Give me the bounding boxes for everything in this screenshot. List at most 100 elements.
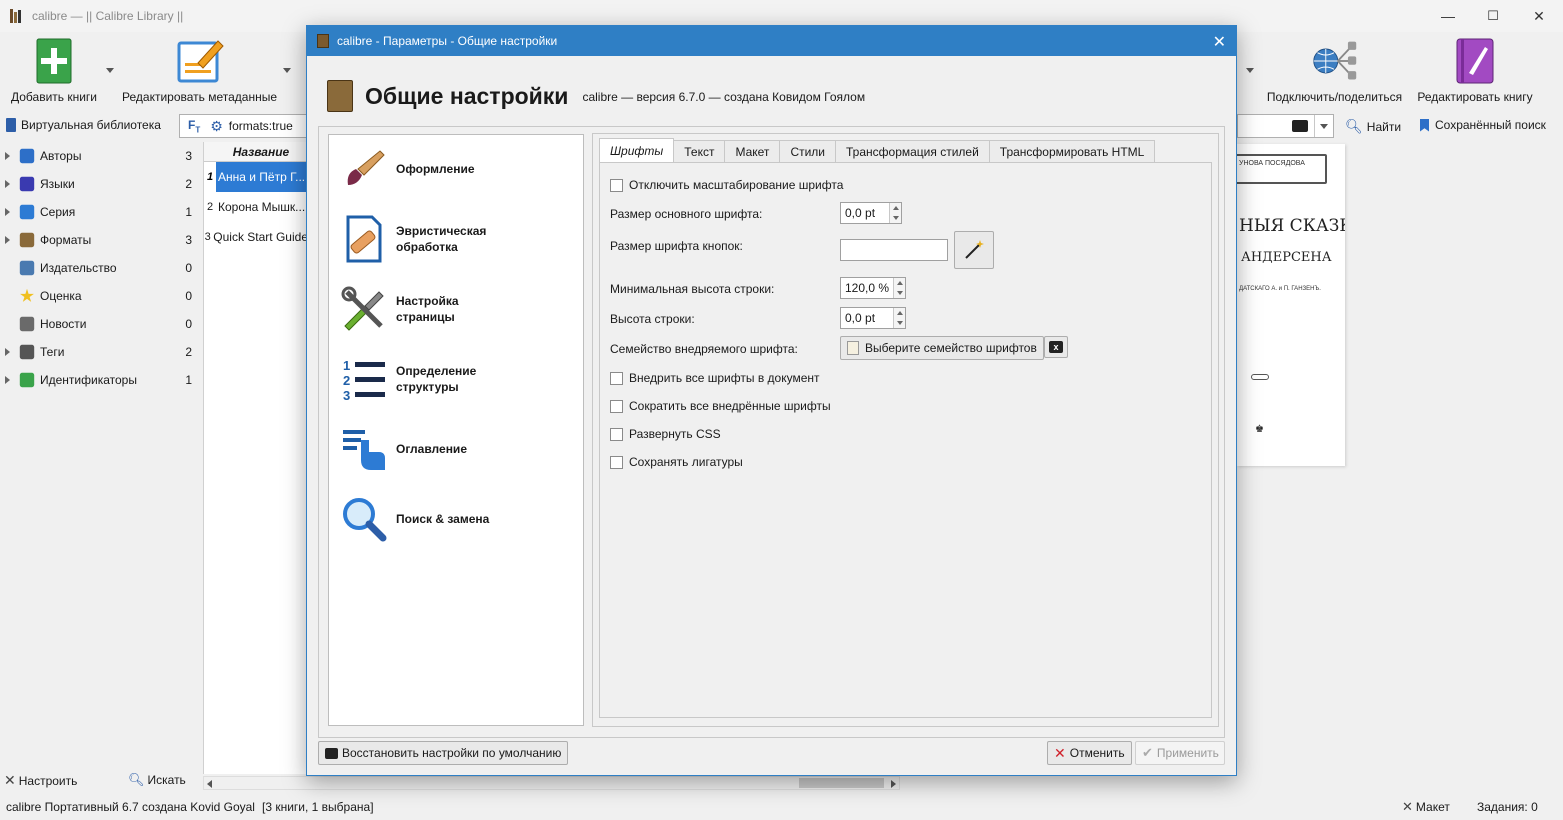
tab-transform-html[interactable]: Трансформировать HTML xyxy=(988,140,1156,162)
tag-browser-item[interactable]: Оценка 0 xyxy=(0,282,200,310)
tag-browser-item[interactable]: Форматы 3 xyxy=(0,226,200,254)
book-row[interactable]: 2 Корона Мышк... xyxy=(204,192,308,222)
virtual-library-icon xyxy=(6,118,16,132)
settings-pane: Шрифты Текст Макет Стили Трансформация с… xyxy=(592,133,1219,727)
book-title: Корона Мышк... xyxy=(218,200,306,214)
add-books-button[interactable]: Добавить книги xyxy=(8,32,100,110)
font-key-wizard-button[interactable] xyxy=(954,231,994,269)
keep-ligatures-checkbox[interactable]: Сохранять лигатуры xyxy=(610,455,743,469)
tab-fonts[interactable]: Шрифты xyxy=(599,138,675,162)
line-height-spinbox[interactable]: 0,0 pt xyxy=(840,307,906,329)
saved-search-button[interactable]: Сохранённый поиск xyxy=(1420,118,1546,132)
tag-browser-item[interactable]: Новости 0 xyxy=(0,310,200,338)
find-magnifier-icon: 🔍︎ xyxy=(1345,118,1363,134)
add-books-dropdown-icon[interactable] xyxy=(106,68,114,73)
checkbox-box[interactable] xyxy=(610,178,623,192)
horizontal-scrollbar[interactable] xyxy=(203,776,900,790)
category-structure-detection[interactable]: 123 Определение структуры xyxy=(339,354,574,404)
expand-arrow-icon[interactable] xyxy=(5,376,10,384)
configure-button[interactable]: ✕ Настроить xyxy=(4,772,77,789)
cancel-button[interactable]: ✕ Отменить xyxy=(1047,741,1132,765)
connect-share-button[interactable]: Подключить/поделиться xyxy=(1262,32,1407,110)
svg-text:2: 2 xyxy=(343,373,350,388)
category-search-replace[interactable]: Поиск & замена xyxy=(339,494,574,544)
cancel-x-icon: ✕ xyxy=(1054,744,1066,761)
checkbox-label: Сохранять лигатуры xyxy=(629,455,743,469)
book-row[interactable]: 1 Анна и Пётр Г... xyxy=(204,162,308,192)
edit-metadata-button[interactable]: Редактировать метаданные xyxy=(122,32,277,110)
edit-metadata-dropdown-icon[interactable] xyxy=(283,68,291,73)
checkbox-box[interactable] xyxy=(610,427,623,441)
cover-line-1: УНОВА ПОСЯДОВА xyxy=(1239,160,1305,167)
base-font-size-spinbox[interactable]: 0,0 pt xyxy=(840,202,902,224)
tag-browser-label: Теги xyxy=(40,345,65,359)
search-options-gear-icon[interactable]: ⚙ xyxy=(210,118,223,135)
jobs-status[interactable]: Задания: 0 xyxy=(1477,800,1538,814)
column-header-title[interactable]: Название xyxy=(204,142,308,162)
toolbar-dropdown-icon[interactable] xyxy=(1246,68,1254,73)
scroll-right-icon[interactable] xyxy=(891,780,896,788)
tag-browser-item[interactable]: Авторы 3 xyxy=(0,142,200,170)
search-combo[interactable] xyxy=(1237,114,1334,138)
expand-arrow-icon[interactable] xyxy=(5,152,10,160)
scroll-thumb[interactable] xyxy=(799,778,884,788)
tag-search-button[interactable]: 🔍︎ Искать xyxy=(128,772,186,788)
search-input[interactable]: FT ⚙ formats:true xyxy=(179,114,307,138)
maximize-button[interactable]: ☐ xyxy=(1470,0,1516,32)
bandage-icon xyxy=(339,214,389,264)
virtual-library-button[interactable]: Виртуальная библиотека xyxy=(6,118,161,132)
min-line-height-spinbox[interactable]: 120,0 % xyxy=(840,277,906,299)
tab-transform-styles[interactable]: Трансформация стилей xyxy=(835,140,990,162)
book-cover[interactable]: УНОВА ПОСЯДОВА НЫЯ СКАЗКИ АНДЕРСЕНА ДАТС… xyxy=(1237,144,1345,466)
book-row[interactable]: 3 Quick Start Guide xyxy=(204,222,308,252)
clear-search-icon[interactable] xyxy=(1292,120,1308,132)
checkbox-box[interactable] xyxy=(610,399,623,413)
choose-font-family-button[interactable]: Выберите семейство шрифтов xyxy=(840,336,1044,360)
disable-font-scaling-checkbox[interactable]: Отключить масштабирование шрифта xyxy=(610,178,843,192)
category-page-setup[interactable]: Настройка страницы xyxy=(339,284,574,334)
tag-browser-item[interactable]: Теги 2 xyxy=(0,338,200,366)
expand-arrow-icon[interactable] xyxy=(5,180,10,188)
spinbox-value: 0,0 pt xyxy=(845,206,876,220)
checkbox-box[interactable] xyxy=(610,455,623,469)
embed-all-fonts-checkbox[interactable]: Внедрить все шрифты в документ xyxy=(610,371,820,385)
edit-book-button[interactable]: Редактировать книгу xyxy=(1414,32,1536,110)
tab-text[interactable]: Текст xyxy=(673,140,726,162)
checkbox-box[interactable] xyxy=(610,371,623,385)
subset-fonts-checkbox[interactable]: Сократить все внедрённые шрифты xyxy=(610,399,831,413)
spin-arrows-icon[interactable] xyxy=(893,308,905,328)
cover-ornament xyxy=(1251,374,1269,380)
tag-browser-count: 0 xyxy=(185,289,192,303)
minimize-button[interactable]: — xyxy=(1425,0,1471,32)
find-button[interactable]: 🔍︎ Найти xyxy=(1345,118,1401,135)
spin-arrows-icon[interactable] xyxy=(893,278,905,298)
expand-arrow-icon[interactable] xyxy=(5,208,10,216)
tag-browser-label: Издательство xyxy=(40,261,117,275)
close-button[interactable]: ✕ xyxy=(1516,0,1562,32)
dialog-close-icon[interactable]: ✕ xyxy=(1213,32,1226,52)
expand-arrow-icon[interactable] xyxy=(5,236,10,244)
checkbox-label: Сократить все внедрённые шрифты xyxy=(629,399,831,413)
tag-browser-item[interactable]: Серия 1 xyxy=(0,198,200,226)
clear-font-family-button[interactable]: x xyxy=(1044,336,1068,358)
chevron-down-icon xyxy=(1320,124,1328,129)
category-look-and-feel[interactable]: Оформление xyxy=(339,144,574,194)
tag-browser-count: 2 xyxy=(185,345,192,359)
category-table-of-contents[interactable]: Оглавление xyxy=(339,424,574,474)
spin-arrows-icon[interactable] xyxy=(889,203,901,223)
layout-button[interactable]: ✕ Макет xyxy=(1402,799,1450,815)
expand-css-checkbox[interactable]: Развернуть CSS xyxy=(610,427,721,441)
font-key-input[interactable] xyxy=(840,239,948,261)
tab-layout[interactable]: Макет xyxy=(724,140,781,162)
scroll-left-icon[interactable] xyxy=(207,780,212,788)
tag-browser-item[interactable]: Идентификаторы 1 xyxy=(0,366,200,394)
preferences-dialog: calibre - Параметры - Общие настройки ✕ … xyxy=(306,25,1237,776)
tag-browser-item[interactable]: Языки 2 xyxy=(0,170,200,198)
category-heuristics[interactable]: Эвристическая обработка xyxy=(339,214,574,264)
tab-styles[interactable]: Стили xyxy=(779,140,837,162)
restore-defaults-button[interactable]: Восстановить настройки по умолчанию xyxy=(318,741,569,765)
edit-metadata-label: Редактировать метаданные xyxy=(122,90,278,104)
tag-browser-item[interactable]: Издательство 0 xyxy=(0,254,200,282)
apply-button[interactable]: ✔ Применить xyxy=(1135,741,1225,765)
expand-arrow-icon[interactable] xyxy=(5,348,10,356)
